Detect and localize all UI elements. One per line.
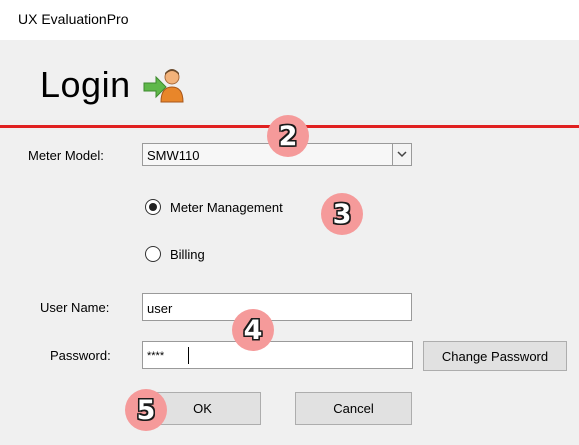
- cancel-button[interactable]: Cancel: [295, 392, 412, 425]
- annotation-badge-3: 3: [321, 193, 363, 235]
- radio-label-meter-management[interactable]: Meter Management: [170, 200, 283, 215]
- annotation-badge-4: 4: [232, 309, 274, 351]
- password-label: Password:: [50, 348, 111, 363]
- text-caret: [188, 347, 189, 364]
- chevron-down-icon: [397, 151, 407, 158]
- app-title: UX EvaluationPro: [18, 11, 129, 27]
- username-value: user: [147, 301, 173, 316]
- username-field[interactable]: user: [142, 293, 412, 321]
- login-header: Login: [0, 40, 579, 125]
- meter-model-label: Meter Model:: [28, 148, 104, 163]
- password-value: ****: [147, 350, 165, 362]
- radio-selected-dot: [149, 203, 157, 211]
- radio-label-billing[interactable]: Billing: [170, 247, 205, 262]
- login-window: UX EvaluationPro Login Meter Model: SMW1…: [0, 0, 579, 445]
- page-title: Login: [40, 64, 131, 105]
- annotation-badge-5: 5: [125, 389, 167, 431]
- radio-billing[interactable]: [145, 246, 161, 262]
- meter-model-value: SMW110: [147, 148, 200, 163]
- change-password-button[interactable]: Change Password: [423, 341, 567, 371]
- password-field[interactable]: ****: [142, 341, 413, 369]
- login-user-arrow-icon: [142, 66, 184, 104]
- annotation-badge-2: 2: [267, 115, 309, 157]
- username-label: User Name:: [40, 300, 110, 315]
- dropdown-button[interactable]: [392, 144, 411, 165]
- radio-meter-management[interactable]: [145, 199, 161, 215]
- title-bar: UX EvaluationPro: [0, 0, 579, 40]
